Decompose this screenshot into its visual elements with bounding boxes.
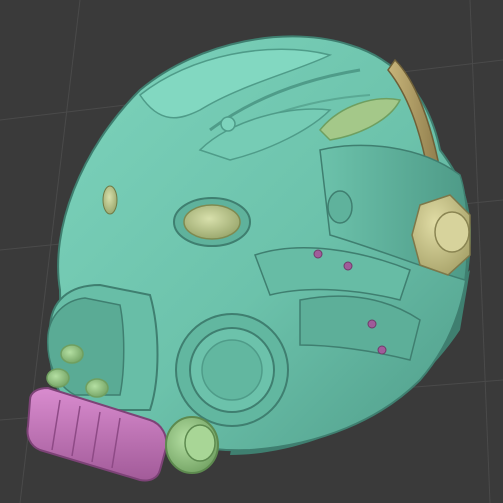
vent-nozzle xyxy=(60,344,84,364)
viewport-canvas xyxy=(0,0,503,503)
vent-nozzle xyxy=(85,378,109,398)
ear-bolt-cap xyxy=(434,211,470,253)
helmet-model[interactable] xyxy=(26,35,472,482)
rivet xyxy=(343,261,353,271)
temple-socket xyxy=(327,190,353,224)
eye-lens xyxy=(183,204,241,240)
rivet xyxy=(313,249,323,259)
vent-nozzle xyxy=(46,368,70,388)
side-port-inner xyxy=(201,339,263,401)
rivet xyxy=(377,345,387,355)
brow-bolt xyxy=(220,116,236,132)
far-eye-lens xyxy=(102,185,118,215)
rivet xyxy=(367,319,377,329)
valve-knob-cap xyxy=(184,424,216,462)
3d-viewport[interactable] xyxy=(0,0,503,503)
